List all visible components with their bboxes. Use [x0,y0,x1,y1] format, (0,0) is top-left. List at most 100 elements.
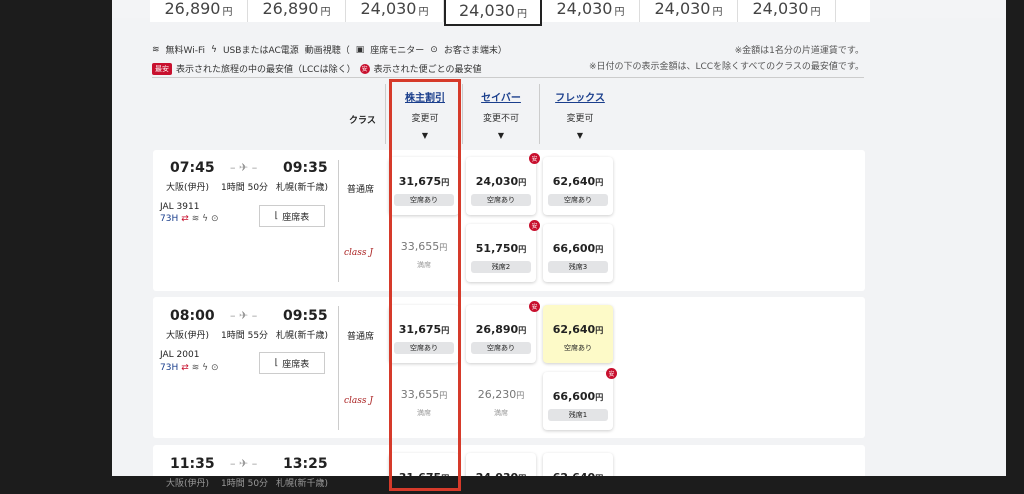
fare-price: 66,600 [552,242,596,255]
fare-price: 66,600 [552,390,596,403]
date-cell[interactable]: 24,030 円 [738,0,836,22]
date-cell-selected[interactable]: 24,030 円 [444,0,542,26]
fare-cell[interactable]: 安 26,890円 空席あり [466,301,540,363]
fare-column-name[interactable]: セイバー [467,89,535,104]
price-legend: 最安 表示された旅程の中の最安値（LCCは除く） 安 表示された便ごとの最安値 [152,62,482,75]
yen-unit: 円 [518,326,527,335]
divider [385,84,386,144]
note-lowest: ※日付の下の表示金額は、LCCを除くすべてのクラスの最安値です。 [588,62,864,72]
fare-price: 51,750 [475,242,519,255]
date-price: 24,030 [459,1,515,20]
seat-icon: ⌊ [274,358,279,368]
date-cell[interactable]: 26,890 円 [248,0,346,22]
date-cell[interactable]: 24,030 円 [346,0,444,22]
date-price: 24,030 [360,0,417,18]
yen-unit: 円 [595,326,604,335]
cheap-dot-icon: 安 [359,63,370,74]
fare-column-saver[interactable]: セイバー 変更不可 ▼ [467,89,535,140]
arrival-time: 09:55 [283,308,328,324]
seat-status: 残席1 [548,409,608,421]
flight-duration: 1時間 50分 [221,183,269,193]
seat-map-label: 座席表 [282,212,310,223]
fare-cell-selected[interactable]: 62,640円 空席あり [543,305,613,363]
flight-number: JAL 2001 [160,350,200,360]
divider [539,84,540,144]
aircraft-type[interactable]: 73H [160,214,178,224]
own-device-label: お客さま端末） [443,46,507,56]
dark-overlay-bottom [0,476,1024,494]
change-policy: 変更可 [566,114,594,124]
seat-status: 空席あり [471,342,531,354]
destination-airport: 札幌(新千歳) [276,183,329,193]
date-price: 26,890 [262,0,319,18]
dark-overlay-left [0,0,112,494]
origin-airport: 大阪(伊丹) [166,183,210,193]
cheapest-dot-icon: 安 [529,153,540,164]
fare-cell[interactable]: 62,640円 空席あり [543,157,613,215]
fare-cell[interactable]: 66,600円 残席3 [543,224,613,282]
fare-price: 24,030 [475,175,519,188]
departure-time: 08:00 [170,308,215,324]
date-cell[interactable]: 24,030 円 [640,0,738,22]
yen-unit: 円 [222,7,233,18]
arrival-time: 09:35 [283,160,328,176]
origin-airport: 大阪(伊丹) [166,331,210,341]
seat-map-label: 座席表 [282,359,310,370]
destination-airport: 札幌(新千歳) [276,479,329,489]
cheapest-dot-icon: 安 [529,301,540,312]
origin-airport: 大阪(伊丹) [166,479,210,489]
seat-map-icon: ⇄ [181,214,189,224]
divider [152,77,864,78]
yen-unit: 円 [518,178,527,187]
date-price: 24,030 [654,0,711,18]
fare-column-name[interactable]: フレックス [545,89,615,104]
fare-cell[interactable]: 安 51,750円 残席2 [466,220,540,282]
yen-unit: 円 [516,9,527,20]
date-cell[interactable]: 24,030 円 [542,0,640,22]
chevron-down-icon[interactable]: ▼ [545,131,615,140]
lowest-flight-label: 表示された便ごとの最安値 [373,65,482,75]
monitor-icon: ▣ [355,44,365,55]
fare-price: 62,640 [552,323,596,336]
plane-icon: – ✈ – [230,309,258,322]
yen-unit: 円 [595,178,604,187]
fare-column-flex[interactable]: フレックス 変更可 ▼ [545,89,615,140]
power-icon: ϟ [211,44,217,55]
fare-cell: 26,230円 満席 [466,370,536,430]
departure-time: 07:45 [170,160,215,176]
seat-map-button[interactable]: ⌊ 座席表 [259,205,325,227]
flight-number: JAL 3911 [160,202,200,212]
lowest-badge: 最安 [152,62,172,75]
next-date-icon[interactable]: › [866,0,871,12]
aircraft-type[interactable]: 73H [160,363,178,373]
arrival-time: 13:25 [283,456,328,472]
seat-status: 残席2 [471,261,531,273]
seat-status: 空席あり [564,344,592,352]
seat-status: 空席あり [471,194,531,206]
video-label: 動画視聴（ [304,46,350,56]
seat-map-button[interactable]: ⌊ 座席表 [259,352,325,374]
fare-price: 62,640 [552,175,596,188]
chevron-down-icon[interactable]: ▼ [467,131,535,140]
cheapest-dot-icon: 安 [529,220,540,231]
aircraft-info: 73H ⇄ ≋ ϟ ⊙ [160,363,219,373]
divider [338,160,339,282]
yen-unit: 円 [518,245,527,254]
seat-status: 空席あり [548,194,608,206]
monitor-label: 座席モニター [370,46,425,56]
yen-unit: 円 [516,391,525,400]
yen-unit: 円 [595,245,604,254]
aircraft-info: 73H ⇄ ≋ ϟ ⊙ [160,214,219,224]
seat-status: 残席3 [548,261,608,273]
note-one-way: ※金額は1名分の片道運賃です。 [734,46,864,56]
plane-icon: – ✈ – [230,457,258,470]
class-ordinary-label: 普通席 [347,332,375,342]
prev-date-icon[interactable]: ‹ [155,0,169,14]
date-strip: 26,890 円 26,890 円 24,030 円 24,030 円 24,030 円 … [150,0,870,26]
wifi-icon: ≋ [152,44,160,55]
cheapest-dot-icon: 安 [606,368,617,379]
seat-icon: ⌊ [274,211,279,221]
fare-cell[interactable]: 安 24,030円 空席あり [466,153,540,215]
fare-cell[interactable]: 安 66,600円 残席1 [543,368,617,430]
yen-unit: 円 [595,393,604,402]
